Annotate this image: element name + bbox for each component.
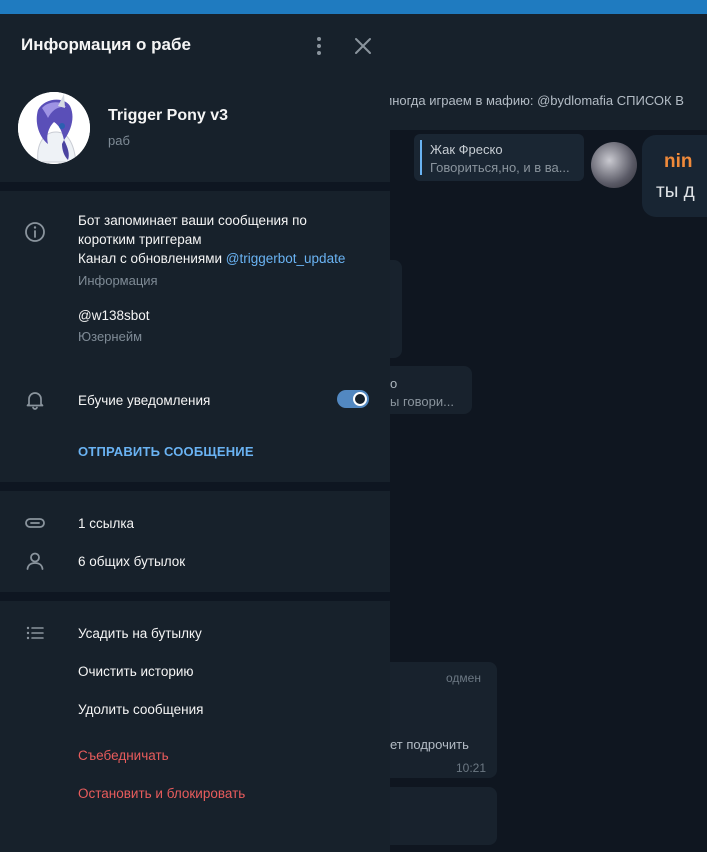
notifications-toggle[interactable] [337, 390, 369, 408]
message-text: ет подрочить [390, 737, 469, 752]
username-label: Юзернейм [78, 329, 143, 344]
close-icon[interactable] [351, 34, 375, 58]
notifications-label: Ебучие уведомления [78, 393, 211, 408]
username-value[interactable]: @w138sbot [78, 308, 150, 323]
unsubscribe-item[interactable]: Съебедничать [78, 748, 169, 763]
profile-status: раб [108, 133, 130, 148]
message-text: ы говори... [390, 394, 454, 409]
profile-name: Trigger Pony v3 [108, 107, 229, 124]
panel-title: Информация о рабе [21, 35, 191, 54]
common-groups-item[interactable]: 6 общих бутылок [78, 554, 185, 569]
section-divider [0, 592, 390, 601]
section-divider [0, 482, 390, 491]
reply-text: Говориться,но, и в ва... [430, 160, 570, 175]
bio-line: коротким триггерам [78, 232, 202, 247]
info-icon [25, 222, 45, 242]
bio-line: Канал с обновлениями @triggerbot_update [78, 249, 378, 268]
stop-and-block-item[interactable]: Остановить и блокировать [78, 786, 245, 801]
reply-accent-bar [420, 140, 422, 175]
message-author: nin [664, 151, 693, 172]
message-edited-label: одмен [446, 671, 481, 685]
window-top-bar [0, 0, 707, 14]
pinned-message-text: ы иногда играем в мафию: @bydlomafia СПИ… [372, 93, 684, 108]
avatar[interactable] [18, 92, 90, 164]
toggle-knob [353, 392, 367, 406]
link-icon [25, 518, 45, 528]
message-time: 10:21 [456, 761, 487, 775]
add-to-group-item[interactable]: Усадить на бутылку [78, 626, 202, 641]
bio-label: Информация [78, 273, 158, 288]
message-text: о [390, 376, 398, 391]
clear-history-item[interactable]: Очистить историю [78, 664, 194, 679]
delete-messages-item[interactable]: Удолить сообщения [78, 702, 203, 717]
chat-header [390, 14, 707, 70]
shared-links-item[interactable]: 1 ссылка [78, 516, 134, 531]
bio-line: Бот запоминает ваши сообщения по [78, 213, 307, 228]
bell-icon [26, 392, 44, 410]
reply-author: Жак Фреско [430, 142, 503, 157]
user-info-panel: Информация о рабе Trigger Pony v3 раб Бо… [0, 14, 390, 852]
chat-avatar[interactable] [591, 142, 637, 188]
reply-preview[interactable]: Жак Фреско Говориться,но, и в ва... [414, 134, 584, 181]
message-text: ты д [656, 181, 695, 202]
channel-link[interactable]: @triggerbot_update [226, 251, 346, 266]
panel-header: Информация о рабе [0, 14, 390, 76]
bio-text: Бот запоминает ваши сообщения по коротки… [78, 211, 378, 268]
send-message-button[interactable]: ОТПРАВИТЬ СООБЩЕНИЕ [78, 444, 254, 459]
bio-line-text: Канал с обновлениями [78, 251, 226, 266]
message-bubble: nin ты д [642, 135, 707, 217]
section-divider [0, 182, 390, 191]
user-icon [26, 552, 44, 570]
list-icon [26, 626, 44, 640]
more-vertical-icon[interactable] [308, 34, 330, 58]
